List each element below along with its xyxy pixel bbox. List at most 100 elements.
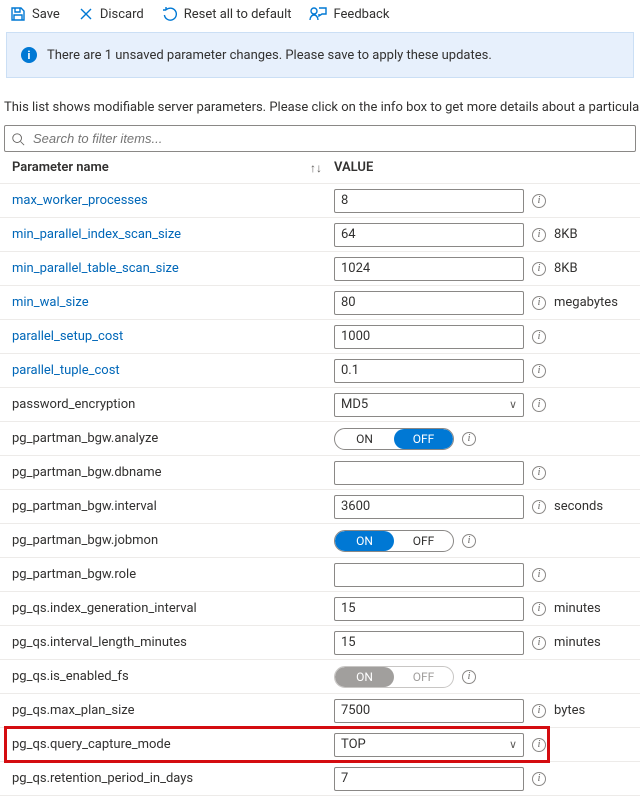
- sort-icon[interactable]: ↑↓: [310, 161, 322, 175]
- select-value: MD5: [341, 397, 368, 412]
- parameter-row: pg_partman_bgw.dbname i: [0, 456, 640, 490]
- value-cell: 15iminutes: [322, 597, 636, 621]
- info-icon[interactable]: i: [532, 364, 546, 378]
- column-header-name[interactable]: Parameter name: [12, 160, 109, 175]
- parameter-row: password_encryptionMD5∨i: [0, 388, 640, 422]
- search-box[interactable]: [4, 125, 636, 152]
- parameter-row: pg_qs.index_generation_interval15iminute…: [0, 592, 640, 626]
- value-input[interactable]: 8: [334, 189, 524, 213]
- toggle-off[interactable]: OFF: [394, 429, 453, 449]
- parameter-row: pg_qs.query_capture_modeTOP∨i: [0, 728, 640, 762]
- value-input[interactable]: 80: [334, 291, 524, 315]
- parameter-row: pg_qs.interval_length_minutes 15 i minutes: [0, 626, 640, 660]
- info-icon[interactable]: i: [532, 330, 546, 344]
- value-toggle[interactable]: ONOFF: [334, 530, 454, 552]
- value-input[interactable]: 15: [334, 597, 524, 621]
- parameter-row: parallel_tuple_cost 0.1 i: [0, 354, 640, 388]
- parameter-row: min_parallel_table_scan_size 1024 i 8KB: [0, 252, 640, 286]
- feedback-button[interactable]: Feedback: [309, 6, 389, 22]
- unit-label: 8KB: [554, 227, 578, 242]
- parameter-name[interactable]: min_parallel_table_scan_size: [12, 261, 322, 276]
- parameter-row: pg_qs.is_enabled_fs ONOFF i: [0, 660, 640, 694]
- info-icon[interactable]: i: [532, 500, 546, 514]
- save-button[interactable]: Save: [10, 6, 60, 22]
- value-input[interactable]: 7: [334, 767, 524, 791]
- info-icon[interactable]: i: [532, 398, 546, 412]
- feedback-icon: [309, 6, 327, 22]
- value-select[interactable]: MD5∨: [334, 393, 524, 417]
- column-header-value[interactable]: VALUE: [334, 160, 373, 175]
- parameter-name[interactable]: parallel_tuple_cost: [12, 363, 322, 378]
- info-icon[interactable]: i: [532, 602, 546, 616]
- info-icon[interactable]: i: [532, 568, 546, 582]
- value-input[interactable]: 64: [334, 223, 524, 247]
- info-icon[interactable]: i: [532, 738, 546, 752]
- value-cell: 0.1 i: [322, 359, 636, 383]
- search-input[interactable]: [31, 130, 629, 147]
- unit-label: megabytes: [554, 295, 618, 310]
- value-input[interactable]: 0.1: [334, 359, 524, 383]
- reset-icon: [162, 6, 178, 22]
- discard-button[interactable]: Discard: [78, 6, 144, 22]
- parameter-row: max_worker_processes8i: [0, 184, 640, 218]
- value-toggle: ONOFF: [334, 666, 454, 688]
- value-input[interactable]: 15: [334, 631, 524, 655]
- parameter-name[interactable]: min_parallel_index_scan_size: [12, 227, 322, 242]
- unit-label: 8KB: [554, 261, 578, 276]
- parameter-name: pg_qs.is_enabled_fs: [12, 669, 322, 684]
- save-label: Save: [32, 7, 60, 22]
- info-icon[interactable]: i: [532, 228, 546, 242]
- value-toggle[interactable]: ONOFF: [334, 428, 454, 450]
- value-input[interactable]: 1000: [334, 325, 524, 349]
- parameter-row: parallel_setup_cost 1000 i: [0, 320, 640, 354]
- parameter-row: pg_qs.max_plan_size7500ibytes: [0, 694, 640, 728]
- value-input[interactable]: [334, 461, 524, 485]
- reset-button[interactable]: Reset all to default: [162, 6, 292, 22]
- close-icon: [78, 6, 94, 22]
- parameter-row: pg_partman_bgw.jobmonONOFFi: [0, 524, 640, 558]
- parameter-name: pg_partman_bgw.dbname: [12, 465, 322, 480]
- value-input[interactable]: 7500: [334, 699, 524, 723]
- value-cell: 8i: [322, 189, 636, 213]
- parameter-row: min_wal_size 80 i megabytes: [0, 286, 640, 320]
- parameter-name[interactable]: parallel_setup_cost: [12, 329, 322, 344]
- unit-label: minutes: [554, 635, 601, 650]
- parameter-name: pg_qs.index_generation_interval: [12, 601, 322, 616]
- value-cell: 80 i megabytes: [322, 291, 636, 315]
- value-cell: 64 i 8KB: [322, 223, 636, 247]
- value-input[interactable]: 1024: [334, 257, 524, 281]
- parameter-name: pg_partman_bgw.interval: [12, 499, 322, 514]
- value-cell: 15 i minutes: [322, 631, 636, 655]
- parameter-row: pg_partman_bgw.interval3600iseconds: [0, 490, 640, 524]
- value-input[interactable]: 3600: [334, 495, 524, 519]
- toggle-off[interactable]: OFF: [394, 531, 453, 551]
- info-icon[interactable]: i: [532, 772, 546, 786]
- info-icon[interactable]: i: [532, 194, 546, 208]
- parameter-name: pg_qs.interval_length_minutes: [12, 635, 322, 650]
- toggle-on[interactable]: ON: [335, 429, 394, 449]
- value-cell: 7i: [322, 767, 636, 791]
- parameter-row: pg_partman_bgw.analyze ONOFF i: [0, 422, 640, 456]
- toggle-off: OFF: [394, 667, 453, 687]
- info-icon[interactable]: i: [532, 262, 546, 276]
- info-icon[interactable]: i: [532, 296, 546, 310]
- value-cell: i: [322, 563, 636, 587]
- info-icon[interactable]: i: [532, 704, 546, 718]
- info-icon[interactable]: i: [462, 534, 476, 548]
- info-icon[interactable]: i: [462, 670, 476, 684]
- parameter-name[interactable]: max_worker_processes: [12, 193, 322, 208]
- info-icon[interactable]: i: [462, 432, 476, 446]
- toggle-on[interactable]: ON: [335, 531, 394, 551]
- info-icon[interactable]: i: [532, 636, 546, 650]
- parameter-name: pg_qs.retention_period_in_days: [12, 771, 322, 786]
- parameter-name: pg_partman_bgw.analyze: [12, 431, 322, 446]
- value-cell: MD5∨ i: [322, 393, 636, 417]
- parameter-row: min_parallel_index_scan_size 64 i 8KB: [0, 218, 640, 252]
- value-input[interactable]: [334, 563, 524, 587]
- parameter-name[interactable]: min_wal_size: [12, 295, 322, 310]
- value-select[interactable]: TOP∨: [334, 733, 524, 757]
- parameter-row: pg_partman_bgw.rolei: [0, 558, 640, 592]
- info-icon[interactable]: i: [532, 466, 546, 480]
- chevron-down-icon: ∨: [509, 738, 517, 751]
- discard-label: Discard: [100, 7, 144, 22]
